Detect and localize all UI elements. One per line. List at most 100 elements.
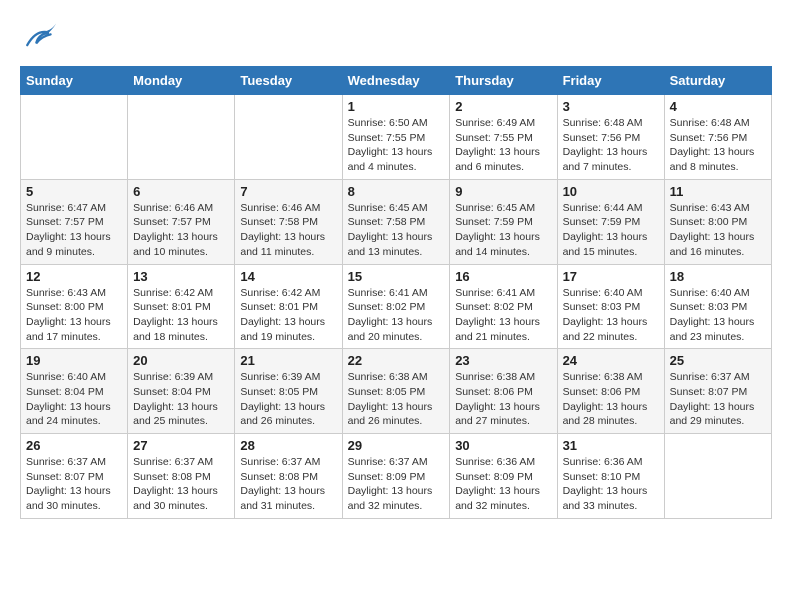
day-info: Sunrise: 6:42 AM Sunset: 8:01 PM Dayligh… xyxy=(133,286,229,345)
calendar-cell: 18 Sunrise: 6:40 AM Sunset: 8:03 PM Dayli… xyxy=(664,264,771,349)
weekday-header-wednesday: Wednesday xyxy=(342,67,450,95)
calendar-cell xyxy=(21,95,128,180)
calendar-cell: 10 Sunrise: 6:44 AM Sunset: 7:59 PM Dayli… xyxy=(557,179,664,264)
day-info: Sunrise: 6:38 AM Sunset: 8:05 PM Dayligh… xyxy=(348,370,445,429)
logo-icon xyxy=(20,20,56,56)
calendar-cell: 8 Sunrise: 6:45 AM Sunset: 7:58 PM Daylig… xyxy=(342,179,450,264)
calendar-cell: 14Sunrise: 6:42 AM Sunset: 8:01 PM Dayli… xyxy=(235,264,342,349)
day-number: 29 xyxy=(348,438,445,453)
day-info: Sunrise: 6:36 AM Sunset: 8:10 PM Dayligh… xyxy=(563,455,659,514)
calendar-cell: 22 Sunrise: 6:38 AM Sunset: 8:05 PM Dayli… xyxy=(342,349,450,434)
calendar-week-row: 1 Sunrise: 6:50 AM Sunset: 7:55 PM Daylig… xyxy=(21,95,772,180)
calendar-header-row: SundayMondayTuesdayWednesdayThursdayFrid… xyxy=(21,67,772,95)
calendar-cell: 1 Sunrise: 6:50 AM Sunset: 7:55 PM Daylig… xyxy=(342,95,450,180)
calendar-table: SundayMondayTuesdayWednesdayThursdayFrid… xyxy=(20,66,772,519)
calendar-cell: 29 Sunrise: 6:37 AM Sunset: 8:09 PM Dayli… xyxy=(342,434,450,519)
day-info: Sunrise: 6:45 AM Sunset: 7:58 PM Dayligh… xyxy=(348,201,445,260)
day-info: Sunrise: 6:49 AM Sunset: 7:55 PM Dayligh… xyxy=(455,116,551,175)
day-number: 1 xyxy=(348,99,445,114)
weekday-header-saturday: Saturday xyxy=(664,67,771,95)
day-info: Sunrise: 6:37 AM Sunset: 8:09 PM Dayligh… xyxy=(348,455,445,514)
day-info: Sunrise: 6:36 AM Sunset: 8:09 PM Dayligh… xyxy=(455,455,551,514)
day-info: Sunrise: 6:40 AM Sunset: 8:03 PM Dayligh… xyxy=(670,286,766,345)
day-number: 10 xyxy=(563,184,659,199)
day-info: Sunrise: 6:38 AM Sunset: 8:06 PM Dayligh… xyxy=(563,370,659,429)
calendar-week-row: 26Sunrise: 6:37 AM Sunset: 8:07 PM Dayli… xyxy=(21,434,772,519)
day-info: Sunrise: 6:38 AM Sunset: 8:06 PM Dayligh… xyxy=(455,370,551,429)
day-number: 18 xyxy=(670,269,766,284)
day-number: 17 xyxy=(563,269,659,284)
day-number: 27 xyxy=(133,438,229,453)
calendar-cell: 11 Sunrise: 6:43 AM Sunset: 8:00 PM Dayli… xyxy=(664,179,771,264)
day-number: 16 xyxy=(455,269,551,284)
day-info: Sunrise: 6:39 AM Sunset: 8:04 PM Dayligh… xyxy=(133,370,229,429)
calendar-cell: 12 Sunrise: 6:43 AM Sunset: 8:00 PM Dayli… xyxy=(21,264,128,349)
day-info: Sunrise: 6:39 AM Sunset: 8:05 PM Dayligh… xyxy=(240,370,336,429)
day-info: Sunrise: 6:45 AM Sunset: 7:59 PM Dayligh… xyxy=(455,201,551,260)
day-number: 19 xyxy=(26,353,122,368)
day-number: 15 xyxy=(348,269,445,284)
day-info: Sunrise: 6:41 AM Sunset: 8:02 PM Dayligh… xyxy=(348,286,445,345)
calendar-cell: 15 Sunrise: 6:41 AM Sunset: 8:02 PM Dayli… xyxy=(342,264,450,349)
calendar-cell xyxy=(128,95,235,180)
calendar-cell: 19 Sunrise: 6:40 AM Sunset: 8:04 PM Dayli… xyxy=(21,349,128,434)
calendar-cell: 13 Sunrise: 6:42 AM Sunset: 8:01 PM Dayli… xyxy=(128,264,235,349)
day-number: 8 xyxy=(348,184,445,199)
calendar-cell: 21 Sunrise: 6:39 AM Sunset: 8:05 PM Dayli… xyxy=(235,349,342,434)
calendar-cell xyxy=(664,434,771,519)
calendar-cell: 26Sunrise: 6:37 AM Sunset: 8:07 PM Dayli… xyxy=(21,434,128,519)
day-info: Sunrise: 6:37 AM Sunset: 8:07 PM Dayligh… xyxy=(670,370,766,429)
calendar-cell: 20Sunrise: 6:39 AM Sunset: 8:04 PM Dayli… xyxy=(128,349,235,434)
day-number: 21 xyxy=(240,353,336,368)
day-number: 3 xyxy=(563,99,659,114)
day-number: 24 xyxy=(563,353,659,368)
day-info: Sunrise: 6:46 AM Sunset: 7:58 PM Dayligh… xyxy=(240,201,336,260)
day-number: 13 xyxy=(133,269,229,284)
day-info: Sunrise: 6:47 AM Sunset: 7:57 PM Dayligh… xyxy=(26,201,122,260)
calendar-week-row: 19 Sunrise: 6:40 AM Sunset: 8:04 PM Dayli… xyxy=(21,349,772,434)
weekday-header-friday: Friday xyxy=(557,67,664,95)
day-info: Sunrise: 6:40 AM Sunset: 8:03 PM Dayligh… xyxy=(563,286,659,345)
calendar-cell: 31 Sunrise: 6:36 AM Sunset: 8:10 PM Dayli… xyxy=(557,434,664,519)
calendar-cell: 4Sunrise: 6:48 AM Sunset: 7:56 PM Daylig… xyxy=(664,95,771,180)
day-info: Sunrise: 6:43 AM Sunset: 8:00 PM Dayligh… xyxy=(670,201,766,260)
day-info: Sunrise: 6:40 AM Sunset: 8:04 PM Dayligh… xyxy=(26,370,122,429)
day-number: 7 xyxy=(240,184,336,199)
day-number: 28 xyxy=(240,438,336,453)
day-info: Sunrise: 6:44 AM Sunset: 7:59 PM Dayligh… xyxy=(563,201,659,260)
day-info: Sunrise: 6:37 AM Sunset: 8:08 PM Dayligh… xyxy=(240,455,336,514)
day-number: 31 xyxy=(563,438,659,453)
day-number: 23 xyxy=(455,353,551,368)
calendar-cell: 23 Sunrise: 6:38 AM Sunset: 8:06 PM Dayli… xyxy=(450,349,557,434)
day-info: Sunrise: 6:43 AM Sunset: 8:00 PM Dayligh… xyxy=(26,286,122,345)
day-number: 22 xyxy=(348,353,445,368)
calendar-cell: 25 Sunrise: 6:37 AM Sunset: 8:07 PM Dayli… xyxy=(664,349,771,434)
calendar-cell: 24 Sunrise: 6:38 AM Sunset: 8:06 PM Dayli… xyxy=(557,349,664,434)
calendar-cell: 28 Sunrise: 6:37 AM Sunset: 8:08 PM Dayli… xyxy=(235,434,342,519)
calendar-week-row: 12 Sunrise: 6:43 AM Sunset: 8:00 PM Dayli… xyxy=(21,264,772,349)
day-info: Sunrise: 6:37 AM Sunset: 8:08 PM Dayligh… xyxy=(133,455,229,514)
calendar-cell: 27 Sunrise: 6:37 AM Sunset: 8:08 PM Dayli… xyxy=(128,434,235,519)
weekday-header-sunday: Sunday xyxy=(21,67,128,95)
calendar-cell: 5Sunrise: 6:47 AM Sunset: 7:57 PM Daylig… xyxy=(21,179,128,264)
day-number: 14 xyxy=(240,269,336,284)
calendar-cell: 7 Sunrise: 6:46 AM Sunset: 7:58 PM Daylig… xyxy=(235,179,342,264)
logo xyxy=(20,20,60,56)
day-number: 11 xyxy=(670,184,766,199)
calendar-cell: 3Sunrise: 6:48 AM Sunset: 7:56 PM Daylig… xyxy=(557,95,664,180)
day-number: 12 xyxy=(26,269,122,284)
weekday-header-thursday: Thursday xyxy=(450,67,557,95)
calendar-cell: 6 Sunrise: 6:46 AM Sunset: 7:57 PM Daylig… xyxy=(128,179,235,264)
day-number: 30 xyxy=(455,438,551,453)
day-number: 25 xyxy=(670,353,766,368)
calendar-cell: 16Sunrise: 6:41 AM Sunset: 8:02 PM Dayli… xyxy=(450,264,557,349)
day-number: 2 xyxy=(455,99,551,114)
day-number: 4 xyxy=(670,99,766,114)
page-header xyxy=(20,20,772,56)
day-number: 26 xyxy=(26,438,122,453)
calendar-cell: 30 Sunrise: 6:36 AM Sunset: 8:09 PM Dayli… xyxy=(450,434,557,519)
day-info: Sunrise: 6:46 AM Sunset: 7:57 PM Dayligh… xyxy=(133,201,229,260)
day-info: Sunrise: 6:50 AM Sunset: 7:55 PM Dayligh… xyxy=(348,116,445,175)
weekday-header-tuesday: Tuesday xyxy=(235,67,342,95)
day-number: 6 xyxy=(133,184,229,199)
